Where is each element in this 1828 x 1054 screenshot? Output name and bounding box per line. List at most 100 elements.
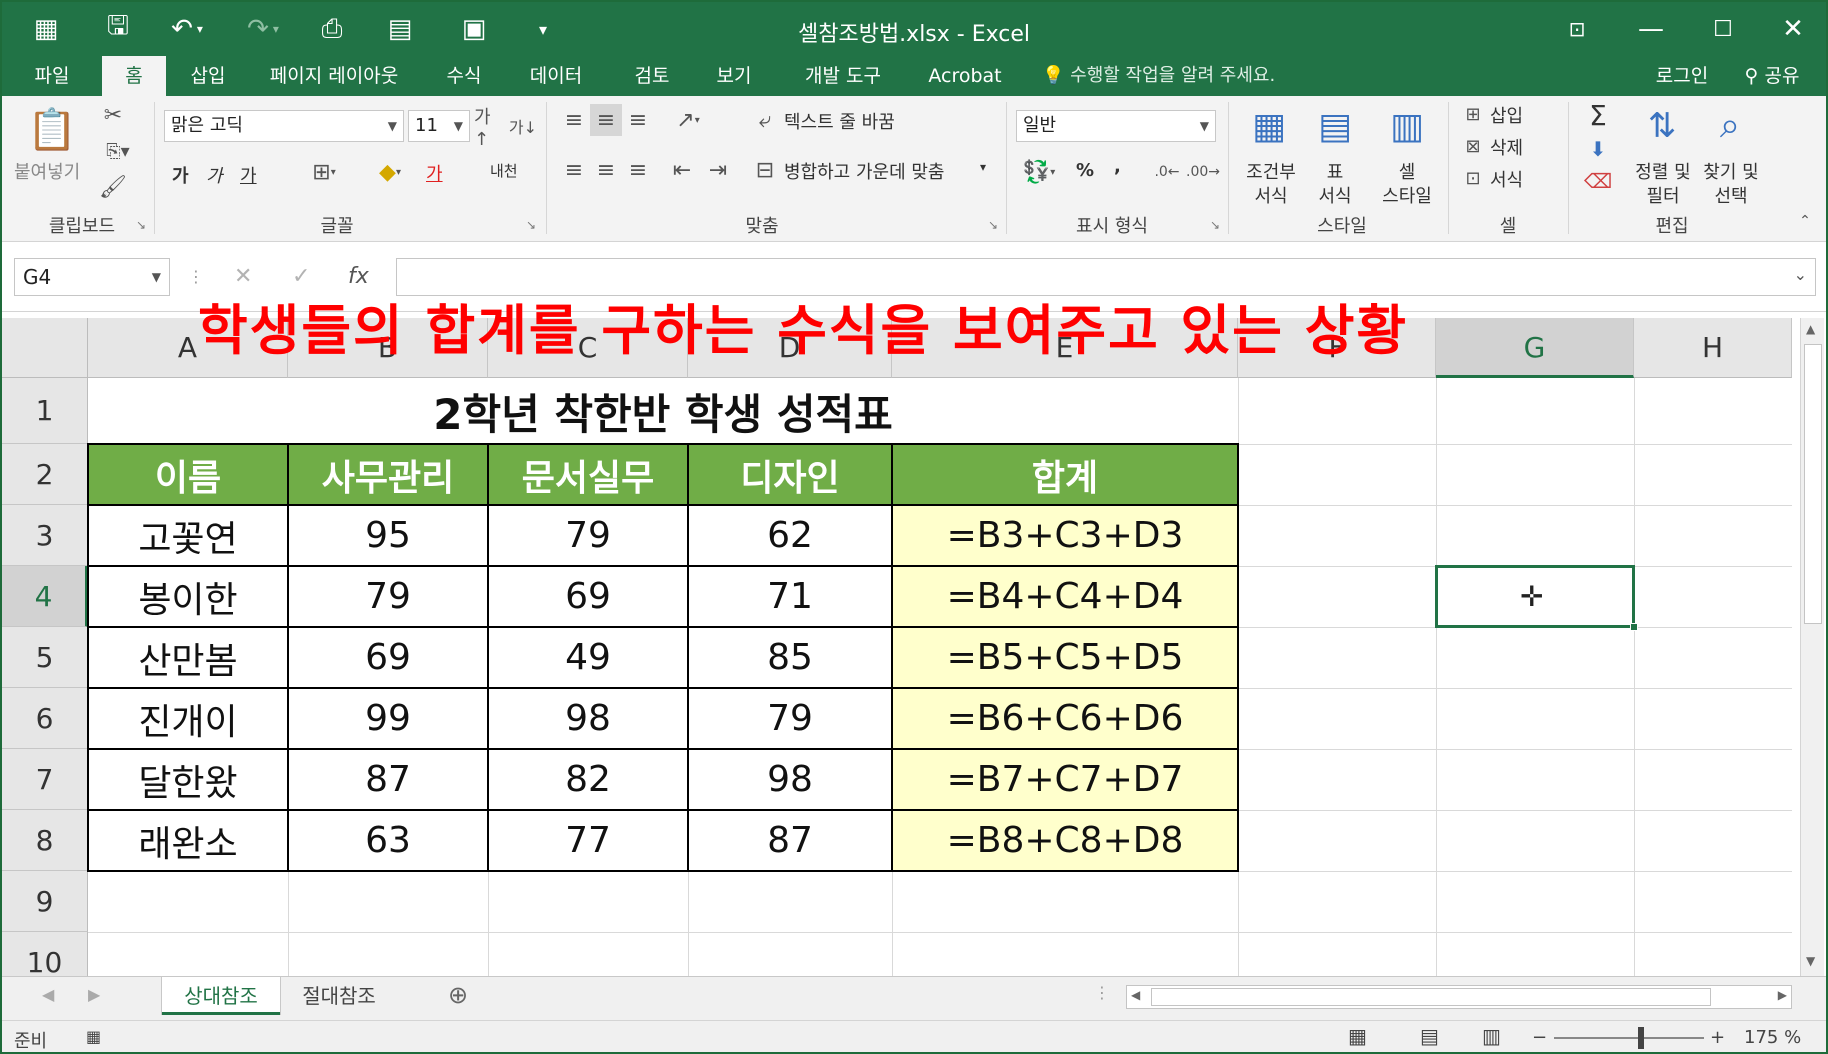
row-header-6[interactable]: 6 <box>2 688 88 749</box>
paste-icon[interactable]: 📋 <box>27 104 77 154</box>
row-header-3[interactable]: 3 <box>2 505 88 566</box>
tab-formulas[interactable]: 수식 <box>434 56 494 96</box>
sheet-tab-relative[interactable]: 상대참조 <box>162 977 280 1015</box>
increase-decimal-icon[interactable]: .0← <box>1152 156 1182 188</box>
header-cell-office[interactable]: 사무관리 <box>287 443 489 506</box>
tell-me-box[interactable]: 💡 수행할 작업을 알려 주세요. <box>1042 56 1275 96</box>
formula-cell[interactable]: =B5+C5+D5 <box>891 626 1239 689</box>
row-header-8[interactable]: 8 <box>2 810 88 871</box>
formula-cell[interactable]: =B8+C8+D8 <box>891 809 1239 872</box>
align-right-icon[interactable]: ≡ <box>622 154 654 186</box>
align-left-icon[interactable]: ≡ <box>558 154 590 186</box>
macro-record-icon[interactable]: ▦ <box>86 1027 101 1046</box>
increase-indent-icon[interactable]: ⇥ <box>702 154 734 186</box>
conditional-format-icon[interactable]: ▦ <box>1242 100 1296 152</box>
autosum-icon[interactable]: Σ <box>1578 98 1618 132</box>
conditional-format-label-2[interactable]: 서식 <box>1238 182 1304 208</box>
horizontal-scrollbar[interactable]: ◀ ▶ <box>1126 985 1792 1009</box>
font-color-button[interactable]: 가 <box>426 160 443 186</box>
currency-icon[interactable]: 💱 ▾ <box>1016 156 1062 188</box>
delete-cells-icon[interactable]: ⊠ <box>1458 132 1488 160</box>
vertical-scrollbar[interactable]: ▲ ▼ <box>1800 318 1824 976</box>
border-icon[interactable]: ⊞ ▾ <box>302 156 346 188</box>
row-header-7[interactable]: 7 <box>2 749 88 810</box>
row-header-1[interactable]: 1 <box>2 378 88 444</box>
data-cell-design[interactable]: 62 <box>687 504 893 567</box>
tab-data[interactable]: 데이터 <box>516 56 596 96</box>
close-button[interactable]: ✕ <box>1768 10 1818 48</box>
row-header-9[interactable]: 9 <box>2 871 88 932</box>
tab-review[interactable]: 검토 <box>622 56 682 96</box>
maximize-button[interactable]: ☐ <box>1698 10 1748 48</box>
insert-cells-button[interactable]: 삽입 <box>1490 102 1523 128</box>
comma-button[interactable]: , <box>1114 156 1121 177</box>
header-cell-total[interactable]: 합계 <box>891 443 1239 506</box>
format-cells-button[interactable]: 서식 <box>1490 166 1523 192</box>
expand-formula-icon[interactable]: ⌄ <box>1794 265 1807 284</box>
decrease-indent-icon[interactable]: ⇤ <box>666 154 698 186</box>
normal-view-icon[interactable]: ▦ <box>1348 1024 1367 1048</box>
orientation-icon[interactable]: ↗ ▾ <box>666 104 710 136</box>
data-cell-office[interactable]: 87 <box>287 748 489 811</box>
align-center-icon[interactable]: ≡ <box>590 154 622 186</box>
data-cell-document[interactable]: 69 <box>487 565 689 628</box>
formula-cell[interactable]: =B3+C3+D3 <box>891 504 1239 567</box>
merge-center-button[interactable]: 병합하고 가운데 맞춤 <box>784 158 944 184</box>
merge-dropdown-icon[interactable]: ▾ <box>980 160 986 174</box>
tab-developer[interactable]: 개발 도구 <box>788 56 898 96</box>
data-cell-document[interactable]: 49 <box>487 626 689 689</box>
zoom-slider[interactable] <box>1554 1037 1704 1039</box>
paste-button-label[interactable]: 붙여넣기 <box>14 158 80 184</box>
zoom-out-icon[interactable]: − <box>1532 1027 1547 1048</box>
tab-split-grip-icon[interactable]: ⋮ <box>1094 983 1110 1002</box>
row-header-5[interactable]: 5 <box>2 627 88 688</box>
font-shrink-icon[interactable]: 가↓ <box>508 110 538 142</box>
data-cell-document[interactable]: 79 <box>487 504 689 567</box>
format-cells-icon[interactable]: ⊡ <box>1458 164 1488 192</box>
prev-sheet-icon[interactable]: ◀ <box>42 985 54 1004</box>
conditional-format-label-1[interactable]: 조건부 <box>1238 158 1304 184</box>
data-cell-office[interactable]: 95 <box>287 504 489 567</box>
data-cell-office[interactable]: 79 <box>287 565 489 628</box>
underline-button[interactable]: 가 <box>240 162 257 188</box>
row-header-2[interactable]: 2 <box>2 444 88 505</box>
sort-filter-label-1[interactable]: 정렬 및 <box>1628 158 1698 184</box>
minimize-button[interactable]: — <box>1626 10 1676 48</box>
data-cell-design[interactable]: 87 <box>687 809 893 872</box>
horizontal-scroll-thumb[interactable] <box>1151 988 1711 1006</box>
percent-button[interactable]: % <box>1076 160 1094 181</box>
collapse-ribbon-icon[interactable]: ⌃ <box>1794 210 1816 232</box>
cut-icon[interactable]: ✂ <box>98 100 128 130</box>
login-link[interactable]: 로그인 <box>1642 56 1722 96</box>
ribbon-display-icon[interactable]: ⊡ <box>1552 10 1602 48</box>
tab-file[interactable]: 파일 <box>22 56 82 96</box>
zoom-level[interactable]: 175 % <box>1744 1027 1801 1048</box>
tab-insert[interactable]: 삽입 <box>178 56 238 96</box>
data-cell-design[interactable]: 79 <box>687 687 893 750</box>
font-name-dropdown[interactable]: 맑은 고딕 ▼ <box>164 110 404 142</box>
scroll-left-icon[interactable]: ◀ <box>1131 988 1140 1002</box>
column-header-g[interactable]: G <box>1436 318 1634 378</box>
header-cell-name[interactable]: 이름 <box>87 443 289 506</box>
find-select-label-1[interactable]: 찾기 및 <box>1696 158 1766 184</box>
sort-filter-label-2[interactable]: 필터 <box>1628 182 1698 208</box>
align-bottom-icon[interactable]: ≡ <box>622 104 654 136</box>
page-layout-view-icon[interactable]: ▤ <box>1420 1024 1439 1048</box>
data-cell-document[interactable]: 82 <box>487 748 689 811</box>
copy-icon[interactable]: ⎘▾ <box>98 136 138 166</box>
clipboard-launcher-icon[interactable]: ↘ <box>136 218 146 232</box>
format-as-table-label-2[interactable]: 서식 <box>1308 182 1362 208</box>
fill-color-icon[interactable]: ◆ ▾ <box>366 156 414 188</box>
sheet-tab-absolute[interactable]: 절대참조 <box>280 977 398 1015</box>
phonetic-button[interactable]: 내천 <box>490 160 518 181</box>
number-launcher-icon[interactable]: ↘ <box>1210 218 1220 232</box>
data-cell-design[interactable]: 98 <box>687 748 893 811</box>
wrap-text-icon[interactable]: ⤶ <box>750 104 780 136</box>
data-cell-office[interactable]: 99 <box>287 687 489 750</box>
data-cell-document[interactable]: 77 <box>487 809 689 872</box>
tab-view[interactable]: 보기 <box>704 56 764 96</box>
font-size-dropdown[interactable]: 11 ▼ <box>408 110 470 142</box>
data-cell-name[interactable]: 달한왔 <box>87 748 289 811</box>
header-cell-design[interactable]: 디자인 <box>687 443 893 506</box>
vertical-scroll-thumb[interactable] <box>1804 344 1822 624</box>
